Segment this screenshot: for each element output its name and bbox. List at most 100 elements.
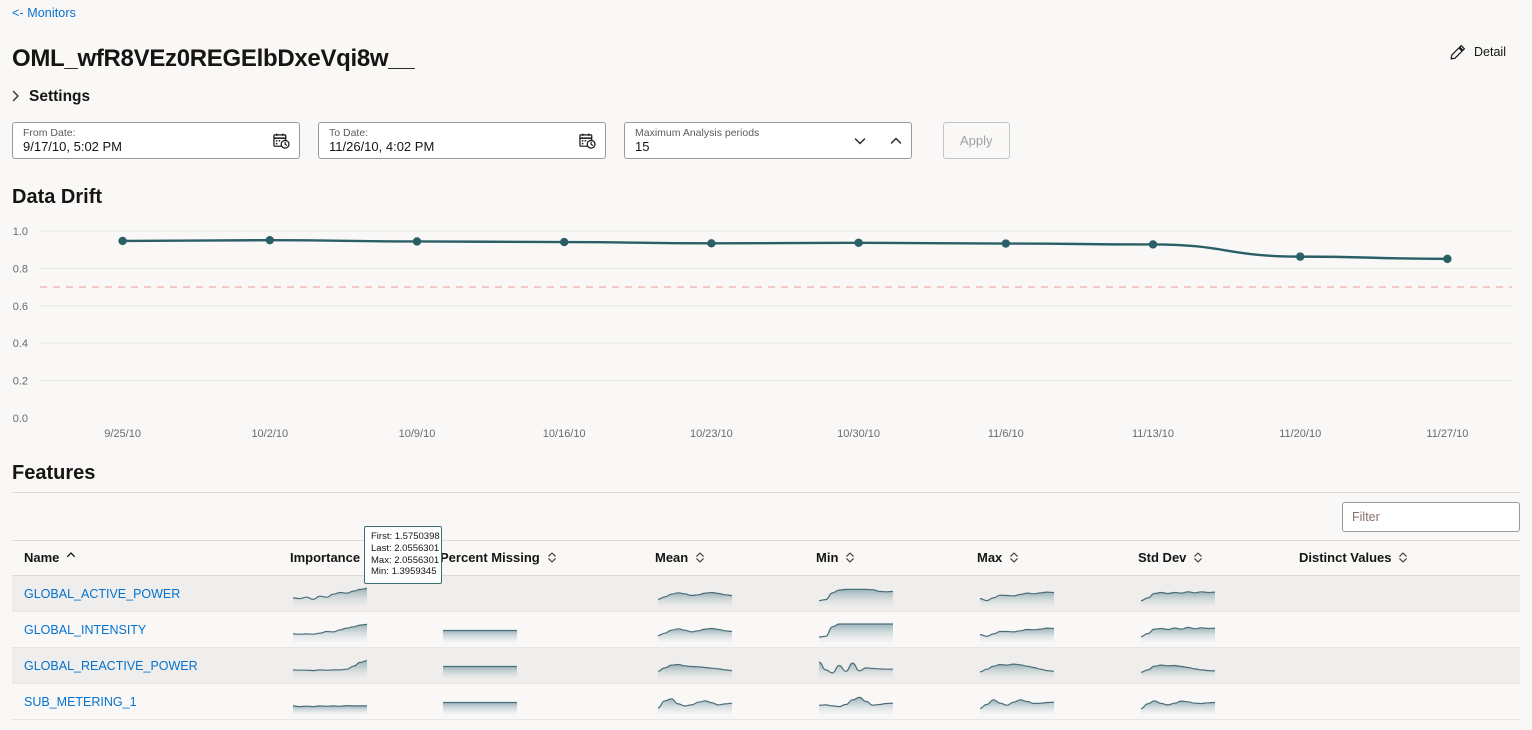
sparkline[interactable] — [1138, 581, 1299, 607]
chevron-up-icon[interactable] — [889, 134, 903, 148]
sparkline[interactable] — [655, 653, 816, 679]
cell-distinct-values-sparkline[interactable] — [1299, 575, 1520, 612]
sort-icon[interactable] — [1193, 551, 1203, 564]
sparkline[interactable] — [977, 581, 1138, 607]
svg-text:0.0: 0.0 — [13, 413, 28, 425]
cell-max-sparkline[interactable] — [977, 647, 1138, 684]
sparkline[interactable] — [655, 689, 816, 715]
chevron-down-icon[interactable] — [853, 134, 867, 148]
features-table: Name Importance Percent Missing Mean Min Max S… — [12, 540, 1520, 720]
column-header-std-dev[interactable]: Std Dev — [1138, 540, 1299, 576]
cell-percent-missing-sparkline[interactable] — [440, 647, 655, 684]
detail-button-label: Detail — [1474, 45, 1506, 59]
column-header-distinct-values[interactable]: Distinct Values — [1299, 540, 1520, 576]
sparkline[interactable] — [440, 689, 655, 715]
cell-distinct-values-sparkline[interactable] — [1299, 647, 1520, 684]
cell-mean-sparkline[interactable] — [655, 575, 816, 612]
feature-name-link[interactable]: GLOBAL_ACTIVE_POWER — [24, 587, 180, 601]
feature-name-link[interactable]: GLOBAL_REACTIVE_POWER — [24, 659, 198, 673]
sort-icon[interactable] — [66, 551, 76, 564]
sparkline[interactable] — [655, 581, 816, 607]
sort-icon[interactable] — [547, 551, 557, 564]
sparkline[interactable] — [1138, 653, 1299, 679]
chevron-right-icon — [12, 90, 20, 104]
filter-input[interactable] — [1342, 501, 1520, 532]
detail-button[interactable]: Detail — [1444, 40, 1512, 64]
feature-name-link[interactable]: GLOBAL_INTENSITY — [24, 623, 146, 637]
column-header-max[interactable]: Max — [977, 540, 1138, 576]
cell-max-sparkline[interactable] — [977, 611, 1138, 648]
sparkline[interactable] — [977, 689, 1138, 715]
svg-text:11/27/10: 11/27/10 — [1426, 428, 1468, 440]
cell-distinct-values-sparkline[interactable] — [1299, 611, 1520, 648]
svg-text:10/16/10: 10/16/10 — [543, 428, 586, 440]
cell-std-dev-sparkline[interactable] — [1138, 611, 1299, 648]
sparkline[interactable] — [655, 617, 816, 643]
sparkline[interactable] — [290, 581, 440, 607]
cell-mean-sparkline[interactable] — [655, 647, 816, 684]
tooltip-last: Last: 2.0556301 — [371, 542, 440, 554]
table-header-row: Name Importance Percent Missing Mean Min Max S… — [12, 540, 1520, 576]
cell-std-dev-sparkline[interactable] — [1138, 575, 1299, 612]
cell-std-dev-sparkline[interactable] — [1138, 683, 1299, 720]
svg-text:11/6/10: 11/6/10 — [988, 428, 1024, 440]
sparkline[interactable] — [977, 617, 1138, 643]
calendar-clock-icon[interactable] — [273, 132, 290, 149]
cell-importance-sparkline[interactable] — [290, 683, 440, 720]
sparkline[interactable] — [290, 653, 440, 679]
settings-disclosure[interactable]: Settings — [12, 88, 90, 106]
sort-icon[interactable] — [1009, 551, 1019, 564]
column-header-name[interactable]: Name — [12, 540, 290, 576]
table-row[interactable]: GLOBAL_INTENSITY — [12, 611, 1520, 648]
cell-importance-sparkline[interactable] — [290, 611, 440, 648]
table-row[interactable]: GLOBAL_REACTIVE_POWER — [12, 647, 1520, 684]
table-row[interactable]: GLOBAL_ACTIVE_POWER — [12, 575, 1520, 612]
cell-percent-missing-sparkline[interactable] — [440, 683, 655, 720]
cell-importance-sparkline[interactable] — [290, 647, 440, 684]
apply-button[interactable]: Apply — [943, 122, 1010, 159]
sparkline[interactable] — [816, 689, 977, 715]
sparkline[interactable] — [290, 617, 440, 643]
cell-std-dev-sparkline[interactable] — [1138, 647, 1299, 684]
cell-max-sparkline[interactable] — [977, 575, 1138, 612]
cell-name: GLOBAL_ACTIVE_POWER — [12, 575, 290, 612]
from-date-field[interactable]: From Date: 9/17/10, 5:02 PM — [12, 122, 300, 159]
max-analysis-periods-field[interactable]: Maximum Analysis periods 15 — [624, 122, 912, 159]
cell-percent-missing-sparkline[interactable] — [440, 611, 655, 648]
sparkline[interactable] — [1138, 617, 1299, 643]
cell-mean-sparkline[interactable] — [655, 611, 816, 648]
cell-min-sparkline[interactable] — [816, 611, 977, 648]
sort-icon[interactable] — [695, 551, 705, 564]
column-header-label: Std Dev — [1138, 550, 1187, 565]
sparkline[interactable] — [816, 617, 977, 643]
sort-icon[interactable] — [845, 551, 855, 564]
sparkline[interactable] — [440, 653, 655, 679]
column-header-percent-missing[interactable]: Percent Missing — [440, 540, 655, 576]
feature-name-link[interactable]: SUB_METERING_1 — [24, 695, 137, 709]
breadcrumb-monitors-link[interactable]: <- Monitors — [12, 6, 76, 20]
cell-max-sparkline[interactable] — [977, 683, 1138, 720]
sort-icon[interactable] — [1398, 551, 1408, 564]
sparkline[interactable] — [816, 581, 977, 607]
to-date-field[interactable]: To Date: 11/26/10, 4:02 PM — [318, 122, 606, 159]
column-header-min[interactable]: Min — [816, 540, 977, 576]
cell-mean-sparkline[interactable] — [655, 683, 816, 720]
sparkline[interactable] — [1138, 689, 1299, 715]
cell-distinct-values-sparkline[interactable] — [1299, 683, 1520, 720]
cell-min-sparkline[interactable] — [816, 575, 977, 612]
column-header-label: Distinct Values — [1299, 550, 1392, 565]
cell-name: GLOBAL_INTENSITY — [12, 611, 290, 648]
cell-min-sparkline[interactable] — [816, 683, 977, 720]
calendar-clock-icon[interactable] — [579, 132, 596, 149]
column-header-mean[interactable]: Mean — [655, 540, 816, 576]
data-drift-title: Data Drift — [12, 186, 103, 208]
column-header-label: Max — [977, 550, 1003, 565]
sparkline[interactable] — [977, 653, 1138, 679]
cell-min-sparkline[interactable] — [816, 647, 977, 684]
sparkline[interactable] — [290, 689, 440, 715]
table-row[interactable]: SUB_METERING_1 — [12, 683, 1520, 720]
sparkline[interactable] — [816, 653, 977, 679]
cell-percent-missing-sparkline[interactable] — [440, 575, 655, 612]
sparkline[interactable] — [440, 617, 655, 643]
svg-text:0.2: 0.2 — [13, 376, 28, 388]
